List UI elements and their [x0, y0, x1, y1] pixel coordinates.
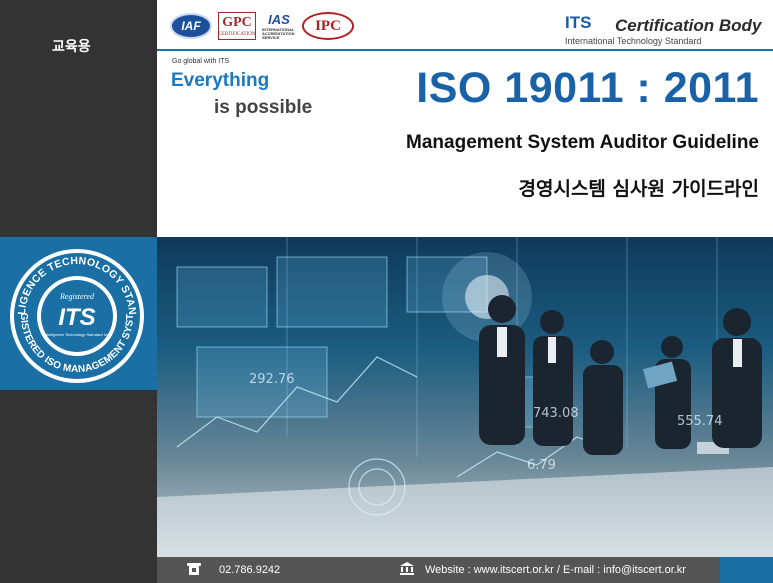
hero-number-3: 555.74 — [677, 414, 723, 429]
hero-number-1: 292.76 — [249, 372, 295, 387]
website-email-text: Website : www.itscert.or.kr / E-mail : i… — [425, 564, 686, 576]
seal-center-text: ITS — [58, 304, 95, 331]
contact-footer: 02.786.9242 Website : www.itscert.or.kr … — [157, 557, 773, 583]
its-full-name: International Technology Standard — [565, 36, 702, 46]
its-brand: ITS — [565, 13, 592, 32]
tagline-possible: is possible — [214, 97, 313, 118]
document-subtitle-korean: 경영시스템 심사원 가이드라인 — [518, 178, 759, 200]
phone-number: 02.786.9242 — [219, 564, 281, 576]
hero-image: 292.76 743.08 555.74 6.79 — [157, 237, 773, 557]
gpc-logo: GPC CERTIFICATION — [218, 12, 256, 40]
phone-icon — [187, 563, 201, 575]
hero-illustration: 292.76 743.08 555.74 6.79 — [157, 237, 773, 557]
ias-logo-subtext: INTERNATIONAL ACCREDITATION SERVICE — [262, 26, 295, 40]
hero-number-2: 743.08 — [533, 406, 579, 421]
building-icon — [400, 562, 414, 575]
ipc-logo: IPC — [302, 12, 354, 40]
tagline-everything: Everything — [171, 70, 270, 91]
seal-registered-text: Registered — [59, 292, 95, 301]
ias-logo-text: IAS — [268, 11, 290, 27]
document-subtitle-english: Management System Auditor Guideline — [406, 132, 759, 153]
gpc-logo-subtext: CERTIFICATION — [218, 31, 256, 37]
sidebar-top-panel: 교육용 — [0, 0, 157, 237]
education-label: 교육용 — [52, 39, 91, 55]
its-registered-seal: INTELLIGENCE TECHNOLOGY STANDARD REGISTE… — [7, 246, 144, 383]
gpc-logo-text: GPC — [222, 14, 252, 30]
seal-center-subtext: Intelligence Technology Standard Inc. — [44, 332, 110, 337]
footer-accent-block — [720, 557, 773, 583]
accreditation-logos: IAF GPC CERTIFICATION IAS INTERNATIONAL … — [170, 10, 354, 42]
iaf-logo: IAF — [170, 13, 212, 39]
tagline-small: Go global with ITS — [172, 58, 230, 65]
document-title: ISO 19011 : 2011 — [416, 64, 759, 112]
sidebar-bottom-panel — [0, 390, 157, 583]
header-divider — [157, 49, 773, 51]
ias-logo: IAS INTERNATIONAL ACCREDITATION SERVICE — [262, 11, 296, 41]
certification-body-label: Certification Body — [615, 16, 762, 35]
hero-number-4: 6.79 — [527, 458, 556, 473]
